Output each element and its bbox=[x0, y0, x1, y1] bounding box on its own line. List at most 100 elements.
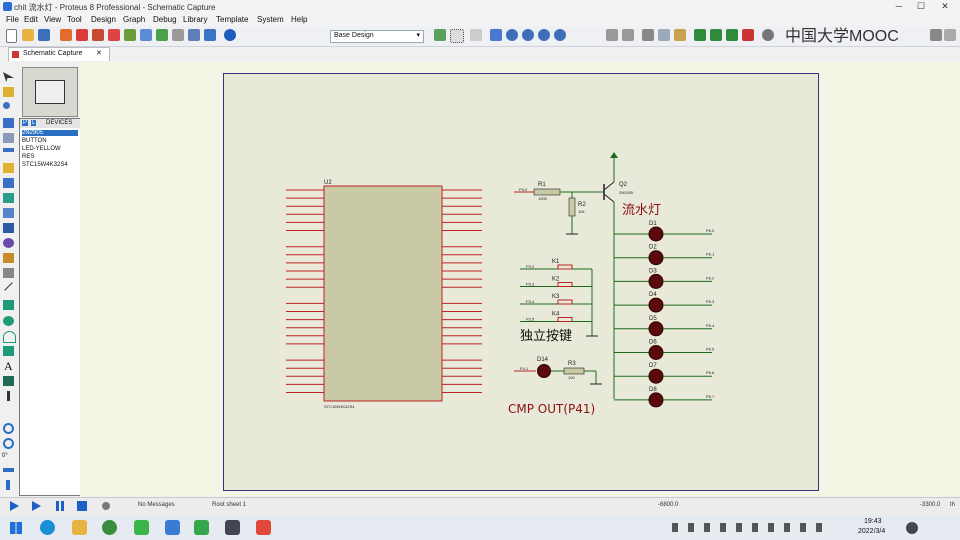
menu-view[interactable]: View bbox=[44, 15, 61, 24]
bom-icon[interactable] bbox=[140, 29, 152, 41]
text-script-icon[interactable] bbox=[3, 133, 14, 143]
menu-library[interactable]: Library bbox=[183, 15, 207, 24]
library-icon[interactable] bbox=[188, 29, 200, 41]
terminal-icon[interactable] bbox=[3, 178, 14, 188]
close-button[interactable]: ✕ bbox=[934, 1, 956, 13]
bus-mode-icon[interactable] bbox=[3, 148, 14, 152]
pan-icon[interactable] bbox=[490, 29, 502, 41]
menu-design[interactable]: Design bbox=[91, 15, 116, 24]
help-icon[interactable] bbox=[224, 29, 236, 41]
block-rotate-icon[interactable] bbox=[726, 29, 738, 41]
step-button[interactable] bbox=[32, 501, 41, 511]
block-copy-icon[interactable] bbox=[694, 29, 706, 41]
generator-icon[interactable] bbox=[3, 238, 14, 248]
messages-status[interactable]: No Messages bbox=[138, 502, 175, 508]
refresh-icon[interactable] bbox=[434, 29, 446, 41]
paste-icon[interactable] bbox=[674, 29, 686, 41]
clock-date[interactable]: 2022/3/4 bbox=[858, 528, 885, 535]
tape-recorder-icon[interactable] bbox=[3, 223, 14, 233]
schematic-sheet[interactable]: U2 STC15W4K32S4 P4.0 R1 1000 R2 10k Q2 2… bbox=[223, 73, 819, 491]
source-icon[interactable] bbox=[172, 29, 184, 41]
circle-tool-icon[interactable] bbox=[3, 316, 14, 326]
text-tool-icon[interactable]: A bbox=[4, 359, 13, 374]
line-tool-icon[interactable] bbox=[4, 282, 13, 291]
gerber-icon[interactable] bbox=[108, 29, 120, 41]
3d-icon[interactable] bbox=[124, 29, 136, 41]
device-item[interactable]: LED-YELLOW bbox=[22, 146, 61, 152]
proteus-icon[interactable] bbox=[256, 520, 271, 535]
tray-icons[interactable] bbox=[672, 523, 822, 532]
symbol-tool-icon[interactable] bbox=[3, 376, 14, 386]
box-tool-icon[interactable] bbox=[3, 300, 14, 310]
explorer-icon[interactable] bbox=[72, 520, 87, 535]
menu-graph[interactable]: Graph bbox=[123, 15, 145, 24]
cut-icon[interactable] bbox=[642, 29, 654, 41]
open-file-icon[interactable] bbox=[22, 29, 34, 41]
windows-start-icon[interactable] bbox=[10, 522, 22, 534]
selection-mode-icon[interactable] bbox=[3, 72, 14, 82]
zoom-in-icon[interactable] bbox=[506, 29, 518, 41]
rotate-ccw-icon[interactable] bbox=[3, 438, 14, 449]
wire-autorouter-icon[interactable] bbox=[930, 29, 942, 41]
notification-icon[interactable] bbox=[906, 522, 918, 534]
rotation-angle-field[interactable]: 0° bbox=[2, 453, 8, 459]
search-icon[interactable] bbox=[762, 29, 774, 41]
pcb-icon[interactable] bbox=[92, 29, 104, 41]
wechat-icon[interactable] bbox=[134, 520, 149, 535]
origin-icon[interactable] bbox=[470, 29, 482, 41]
play-button[interactable] bbox=[10, 501, 19, 511]
virtual-instrument-icon[interactable] bbox=[3, 268, 14, 278]
info-icon[interactable] bbox=[102, 502, 110, 510]
menu-help[interactable]: Help bbox=[291, 15, 307, 24]
pick-devices-button[interactable]: P bbox=[22, 120, 29, 126]
component-mode-icon[interactable] bbox=[3, 87, 14, 97]
rotate-cw-icon[interactable] bbox=[3, 423, 14, 434]
new-file-icon[interactable] bbox=[6, 29, 17, 43]
voltage-probe-icon[interactable] bbox=[3, 253, 14, 263]
menu-debug[interactable]: Debug bbox=[153, 15, 177, 24]
zoom-out-icon[interactable] bbox=[522, 29, 534, 41]
variant-dropdown[interactable]: Base Design ▾ bbox=[330, 30, 424, 43]
menu-system[interactable]: System bbox=[257, 15, 284, 24]
marker-tool-icon[interactable] bbox=[7, 391, 10, 401]
block-move-icon[interactable] bbox=[710, 29, 722, 41]
zoom-all-icon[interactable] bbox=[538, 29, 550, 41]
graph-icon[interactable] bbox=[3, 208, 14, 218]
undo-icon[interactable] bbox=[606, 29, 618, 41]
home-icon[interactable] bbox=[60, 29, 72, 41]
stop-button[interactable] bbox=[77, 501, 87, 511]
device-item[interactable]: 2N2905 bbox=[22, 130, 78, 136]
edge-icon[interactable] bbox=[40, 520, 55, 535]
app-c-icon[interactable] bbox=[194, 520, 209, 535]
feishu-icon[interactable] bbox=[165, 520, 180, 535]
device-item[interactable]: BUTTON bbox=[22, 138, 47, 144]
design-explorer-icon[interactable] bbox=[204, 29, 216, 41]
subcircuit-icon[interactable] bbox=[3, 163, 14, 173]
path-tool-icon[interactable] bbox=[3, 346, 14, 356]
minimize-button[interactable]: ─ bbox=[888, 1, 910, 13]
schematic-icon[interactable] bbox=[76, 29, 88, 41]
clock-time[interactable]: 19:43 bbox=[864, 518, 882, 525]
redo-icon[interactable] bbox=[622, 29, 634, 41]
block-delete-icon[interactable] bbox=[742, 29, 754, 41]
zoom-area-icon[interactable] bbox=[554, 29, 566, 41]
device-item[interactable]: STC15W4K32S4 bbox=[22, 162, 68, 168]
menu-tool[interactable]: Tool bbox=[67, 15, 82, 24]
tab-schematic-capture[interactable]: Schematic Capture ✕ bbox=[8, 47, 110, 61]
chrome-icon[interactable] bbox=[102, 520, 117, 535]
menu-edit[interactable]: Edit bbox=[24, 15, 38, 24]
mirror-x-icon[interactable] bbox=[3, 468, 14, 472]
pause-button[interactable] bbox=[56, 501, 59, 511]
overview-preview[interactable] bbox=[22, 67, 78, 117]
label-mode-icon[interactable] bbox=[3, 118, 14, 128]
library-manager-button[interactable]: L bbox=[31, 120, 37, 126]
arc-tool-icon[interactable] bbox=[3, 331, 16, 343]
app-cockpit-icon[interactable] bbox=[225, 520, 240, 535]
maximize-button[interactable]: ☐ bbox=[910, 1, 932, 13]
device-pin-icon[interactable] bbox=[3, 193, 14, 203]
menu-file[interactable]: File bbox=[6, 15, 19, 24]
code-icon[interactable] bbox=[156, 29, 168, 41]
mirror-y-icon[interactable] bbox=[6, 480, 10, 490]
device-item[interactable]: RES bbox=[22, 154, 34, 160]
close-tab-icon[interactable]: ✕ bbox=[96, 49, 102, 57]
